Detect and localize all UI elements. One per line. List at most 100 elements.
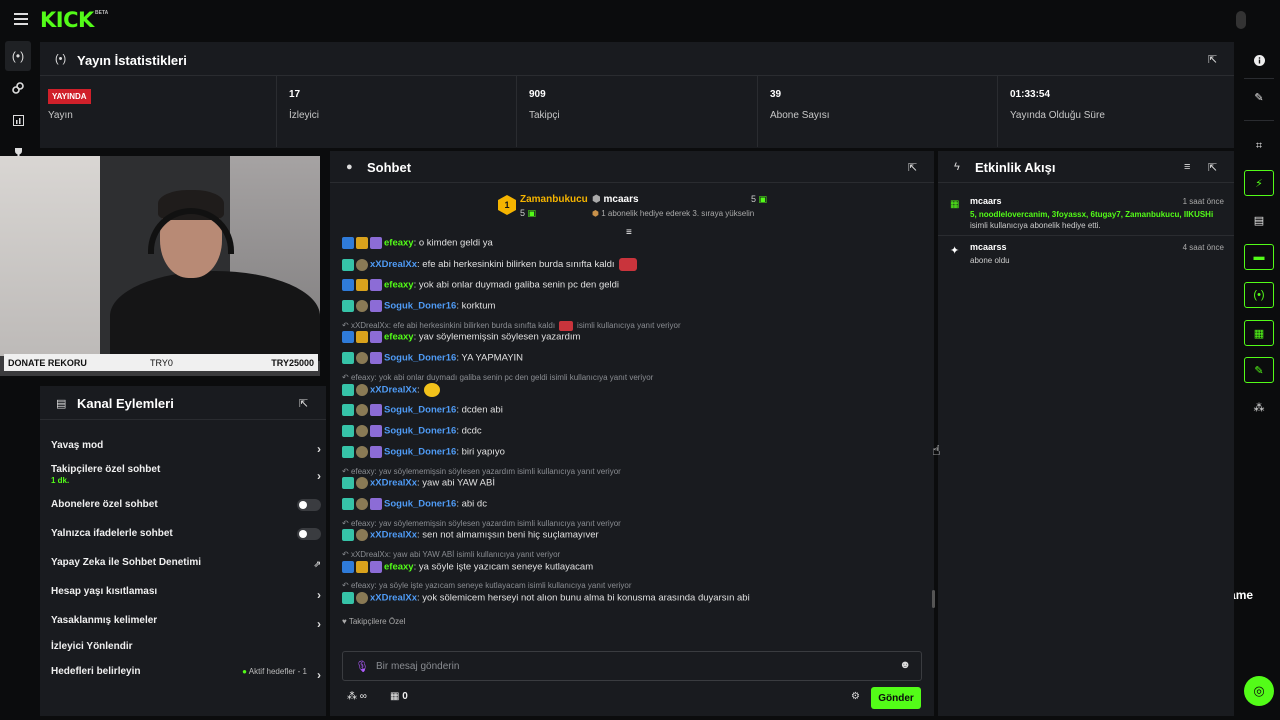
clip-icon[interactable]: ⌗ <box>1244 133 1274 159</box>
gift-icon[interactable]: ▦ <box>1244 320 1274 346</box>
stat-viewers: 17 İzleyici <box>276 75 516 147</box>
stream-video[interactable]: DONATE REKORU TRY0 TRY25000 <box>0 156 320 376</box>
stat-status: YAYINDA Yayın <box>40 75 276 147</box>
row-label: Hesap yaşı kısıtlaması <box>51 586 158 597</box>
stat-uptime: 01:33:54 Yayında Olduğu Süre <box>997 75 1234 147</box>
goals-row[interactable]: Hedefleri belirleyin ● Aktif hedefler - … <box>51 666 321 686</box>
live-icon[interactable]: (•) <box>1244 282 1274 308</box>
external-link-icon: ⇗ <box>313 559 321 569</box>
badge-icon <box>342 446 354 458</box>
lightning-icon: ϟ <box>954 161 960 173</box>
chat-username[interactable]: xXDrealXx <box>370 530 417 541</box>
actions-icon: ▤ <box>56 398 67 410</box>
user-avatar[interactable] <box>1236 11 1246 29</box>
broadcast-icon[interactable]: (•) <box>5 41 31 71</box>
left-rail: (•) <box>0 40 36 720</box>
popout-icon[interactable]: ⇱ <box>1208 161 1217 174</box>
settings-icon[interactable]: ⚙ <box>851 691 860 702</box>
chat-icon[interactable]: ▬ <box>1244 244 1274 270</box>
chat-username[interactable]: efeaxy <box>384 280 414 291</box>
emote-row <box>345 632 925 646</box>
gift-subs[interactable]: ▦ 0 <box>390 691 408 702</box>
pencil-icon[interactable]: ✎ <box>1244 84 1274 110</box>
row-label: Yavaş mod <box>51 440 104 451</box>
chat-text: : biri yapıyo <box>456 446 505 458</box>
chat-username[interactable]: Soguk_Doner16 <box>384 426 456 437</box>
activity-panel: ϟ Etkinlik Akışı ≡ ⇱ ▦ mcaars 1 saat önc… <box>938 151 1234 716</box>
chat-text: : dcdc <box>456 425 482 437</box>
badge-icon <box>370 237 382 249</box>
chat-username[interactable]: Soguk_Doner16 <box>384 447 456 458</box>
send-button[interactable]: Gönder <box>871 687 921 709</box>
row-sublabel: 1 dk. <box>51 476 70 485</box>
row-label: Takipçilere özel sohbet <box>51 464 161 475</box>
popout-icon[interactable]: ⇱ <box>1208 53 1217 66</box>
chat-username[interactable]: efeaxy <box>384 562 414 573</box>
chat-username[interactable]: xXDrealXx <box>370 593 417 604</box>
link-icon[interactable] <box>5 73 31 103</box>
lightning-icon[interactable]: ⚡ <box>1244 170 1274 196</box>
activity-names: 5, noodlelovercanim, 3foyassx, 6tugay7, … <box>970 210 1214 219</box>
chat-username[interactable]: xXDrealXx <box>370 259 417 270</box>
kick-logo[interactable]: KICK <box>40 8 94 32</box>
chat-username[interactable]: xXDrealXx <box>370 478 417 489</box>
activity-title: Etkinlik Akışı <box>975 160 1056 175</box>
document-icon[interactable]: ▤ <box>1244 207 1274 233</box>
microphone-icon[interactable]: 🎙︎ <box>355 660 369 673</box>
followers-only-row[interactable]: Takipçilere özel sohbet 1 dk. › <box>51 464 321 490</box>
host-row[interactable]: İzleyici Yönlendir <box>51 641 321 661</box>
account-age-row[interactable]: Hesap yaşı kısıtlaması › <box>51 586 321 606</box>
chat-text: : korktum <box>456 300 496 312</box>
info-icon[interactable] <box>1244 47 1274 73</box>
reply-context: ↶ efeaxy: yok abi onlar duymadı galiba s… <box>342 373 654 382</box>
banned-words-row[interactable]: Yasaklanmış kelimeler › <box>51 615 321 635</box>
activity-user[interactable]: mcaars <box>970 196 1002 206</box>
chat-message: Soguk_Doner16: biri yapıyo <box>342 446 505 462</box>
chat-username[interactable]: xXDrealXx <box>370 385 417 396</box>
badge-icon <box>356 529 368 541</box>
message-input[interactable]: 🎙︎ Bir mesaj gönderin ☻ <box>342 651 922 681</box>
kick-points[interactable]: ⁂ ∞ <box>347 691 367 702</box>
top-gifter-name[interactable]: Zamanbukucu <box>520 194 588 205</box>
chat-username[interactable]: Soguk_Doner16 <box>384 405 456 416</box>
support-icon[interactable]: ◎ <box>1244 676 1274 706</box>
chat-text: : sen not almamışsın beni hiç suçlamayıv… <box>417 529 599 541</box>
stat-label: Yayında Olduğu Süre <box>1010 110 1105 121</box>
analytics-icon[interactable] <box>5 105 31 135</box>
wrench-icon[interactable]: ✎ <box>1244 357 1274 383</box>
row-label: İzleyici Yönlendir <box>51 641 133 652</box>
kick-points-icon[interactable]: ⁂ <box>1244 394 1274 420</box>
second-gifter[interactable]: ⬢ mcaars <box>592 194 639 205</box>
activity-desc: isimli kullanıcıya abonelik hediye etti. <box>970 221 1101 230</box>
popout-icon[interactable]: ⇱ <box>299 397 308 410</box>
badge-icon <box>356 331 368 343</box>
beta-label: BETA <box>95 10 109 16</box>
stat-value: 17 <box>289 89 301 100</box>
subscribers-only-toggle[interactable] <box>297 499 321 511</box>
chat-username[interactable]: Soguk_Doner16 <box>384 301 456 312</box>
chat-username[interactable]: Soguk_Doner16 <box>384 353 456 364</box>
menu-icon[interactable] <box>14 13 28 25</box>
gift-rank-note: ⬢ 1 abonelik hediye ederek 3. sıraya yük… <box>592 209 755 218</box>
activity-user[interactable]: mcaarss <box>970 242 1007 252</box>
filter-icon[interactable]: ≡ <box>1184 161 1190 173</box>
badge-icon <box>356 237 368 249</box>
row-label: Yalnızca ifadelerle sohbet <box>51 528 173 539</box>
slow-mode-row[interactable]: Yavaş mod › <box>51 440 321 460</box>
emoji-icon[interactable]: ☻ <box>899 659 911 671</box>
emote-only-toggle[interactable] <box>297 528 321 540</box>
chat-username[interactable]: efeaxy <box>384 332 414 343</box>
chat-scrollbar[interactable] <box>932 590 935 608</box>
row-label: Hedefleri belirleyin <box>51 666 141 677</box>
gift-icon: ▦ <box>950 199 960 210</box>
chat-username[interactable]: efeaxy <box>384 238 414 249</box>
popout-icon[interactable]: ⇱ <box>908 161 917 174</box>
ai-moderation-row[interactable]: Yapay Zeka ile Sohbet Denetimi ⇗ <box>51 557 321 577</box>
chat-username[interactable]: Soguk_Doner16 <box>384 499 456 510</box>
filter-icon[interactable]: ≡ <box>626 227 632 238</box>
chat-message: efeaxy: yok abi onlar duymadı galiba sen… <box>342 279 619 295</box>
chat-text: : dcden abi <box>456 404 503 416</box>
channel-actions-title: Kanal Eylemleri <box>77 396 174 411</box>
badge-icon <box>356 300 368 312</box>
chat-message: xXDrealXx: sen not almamışsın beni hiç s… <box>342 529 599 545</box>
